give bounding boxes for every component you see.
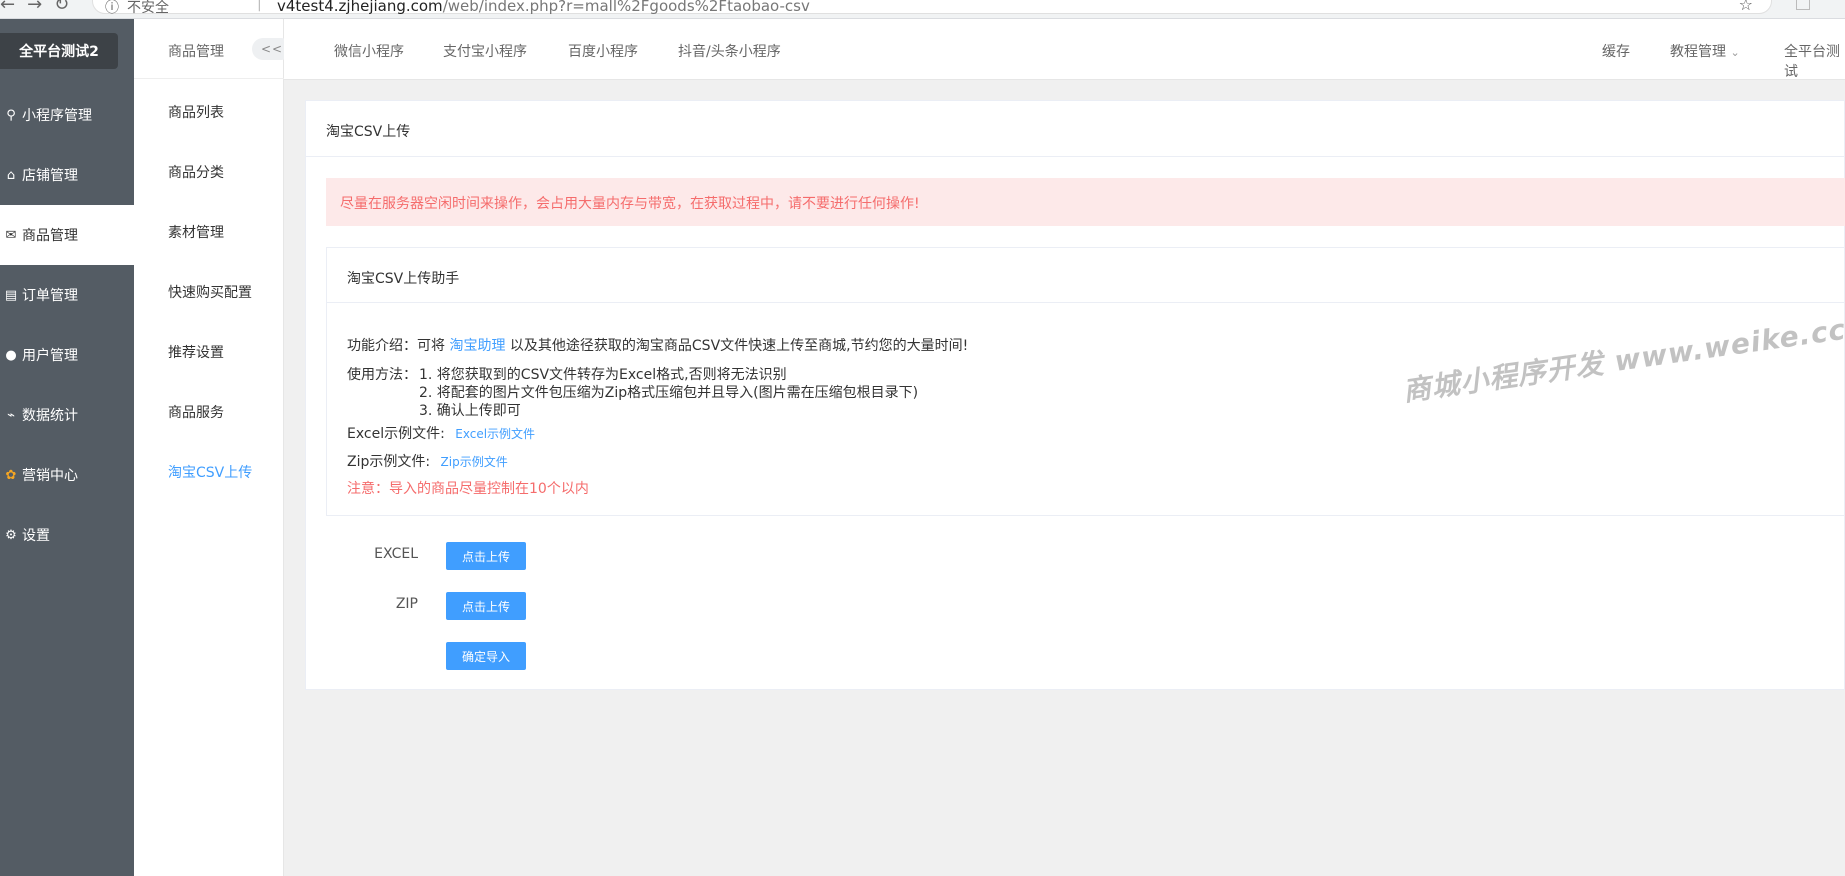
cache-button[interactable]: 缓存 bbox=[1602, 41, 1630, 61]
goods-icon: ✉ bbox=[5, 227, 17, 243]
zip-sample-row: Zip示例文件: Zip示例文件 bbox=[347, 451, 508, 471]
tab-alipay[interactable]: 支付宝小程序 bbox=[443, 41, 527, 61]
tutorial-menu[interactable]: 教程管理 ⌄ bbox=[1670, 41, 1740, 61]
zip-sample-link[interactable]: Zip示例文件 bbox=[441, 455, 508, 469]
usage-step-2: 2. 将配套的图片文件包压缩为Zip格式压缩包并且导入(图片需在压缩包根目录下) bbox=[419, 385, 919, 401]
zip-upload-label: ZIP bbox=[395, 596, 418, 612]
usage-step-3: 3. 确认上传即可 bbox=[419, 403, 521, 419]
excel-sample-link[interactable]: Excel示例文件 bbox=[455, 427, 535, 441]
tab-baidu[interactable]: 百度小程序 bbox=[568, 41, 638, 61]
intro-line: 功能介绍：可将 淘宝助理 以及其他途径获取的淘宝商品CSV文件快速上传至商城,节… bbox=[347, 335, 968, 355]
warning-alert: 尽量在服务器空闲时间来操作，会占用大量内存与带宽，在获取过程中，请不要进行任何操… bbox=[326, 178, 1845, 226]
url-path: /web/index.php?r=mall%2Fgoods%2Ftaobao-c… bbox=[442, 0, 810, 15]
tutorial-label: 教程管理 bbox=[1670, 44, 1726, 60]
store-icon: ⌂ bbox=[6, 167, 16, 183]
chart-icon: ⌁ bbox=[7, 407, 15, 423]
link-icon: ⚲ bbox=[6, 107, 16, 123]
sidebar-item-label: 设置 bbox=[22, 528, 50, 544]
zip-upload-button[interactable]: 点击上传 bbox=[446, 592, 526, 620]
chevron-down-icon: ⌄ bbox=[1730, 46, 1740, 59]
sub-item-goods-service[interactable]: 商品服务 bbox=[168, 402, 224, 422]
sidebar-item-label: 营销中心 bbox=[22, 468, 78, 484]
address-separator: | bbox=[257, 0, 262, 12]
account-menu[interactable]: 全平台测试 bbox=[1784, 41, 1845, 81]
sub-sidebar: 商品管理 商品列表 商品分类 素材管理 快速购买配置 推荐设置 商品服务 淘宝C… bbox=[134, 19, 284, 876]
gear-icon: ⚙ bbox=[5, 527, 17, 543]
sub-item-taobao-csv[interactable]: 淘宝CSV上传 bbox=[168, 462, 252, 482]
address-bar[interactable]: ⓘ 不安全 | v4test4.zjhejiang.com/web/index.… bbox=[92, 0, 1772, 17]
sidebar-item-miniprogram[interactable]: ⚲ 小程序管理 bbox=[0, 85, 134, 145]
sidebar-item-users[interactable]: ● 用户管理 bbox=[0, 325, 134, 385]
page-title: 淘宝CSV上传 bbox=[326, 124, 411, 140]
confirm-import-button[interactable]: 确定导入 bbox=[446, 642, 526, 670]
helper-panel: 淘宝CSV上传助手 功能介绍：可将 淘宝助理 以及其他途径获取的淘宝商品CSV文… bbox=[326, 247, 1845, 516]
browser-toolbar: ←→↻ ⓘ 不安全 | v4test4.zjhejiang.com/web/in… bbox=[0, 0, 1845, 19]
usage-label: 使用方法： bbox=[347, 367, 417, 383]
usage-step-1: 1. 将您获取到的CSV文件转存为Excel格式,否则将无法识别 bbox=[419, 367, 787, 383]
sidebar-item-label: 商品管理 bbox=[22, 228, 78, 244]
helper-title: 淘宝CSV上传助手 bbox=[347, 271, 460, 287]
top-navbar: 微信小程序 支付宝小程序 百度小程序 抖音/头条小程序 缓存 教程管理 ⌄ 全平… bbox=[284, 19, 1845, 80]
bookmark-star-icon[interactable]: ☆ bbox=[1739, 0, 1753, 14]
sidebar-item-settings[interactable]: ⚙ 设置 bbox=[0, 505, 134, 565]
extension-icon[interactable] bbox=[1796, 0, 1810, 10]
order-icon: ▤ bbox=[4, 287, 18, 303]
sub-item-quick-buy[interactable]: 快速购买配置 bbox=[168, 282, 252, 302]
helper-header: 淘宝CSV上传助手 bbox=[327, 248, 1845, 303]
security-label: 不安全 bbox=[127, 0, 169, 16]
brand-name[interactable]: 全平台测试2 bbox=[0, 33, 118, 69]
sidebar-item-orders[interactable]: ▤ 订单管理 bbox=[0, 265, 134, 325]
sidebar-item-label: 小程序管理 bbox=[22, 108, 92, 124]
excel-upload-button[interactable]: 点击上传 bbox=[446, 542, 526, 570]
sub-sidebar-title: 商品管理 bbox=[168, 44, 224, 60]
main-sidebar: 全平台测试2 ⚲ 小程序管理 ⌂ 店铺管理 ✉ 商品管理 ▤ 订单管理 ● 用户… bbox=[0, 19, 134, 876]
sub-item-goods-category[interactable]: 商品分类 bbox=[168, 162, 224, 182]
user-icon: ● bbox=[5, 347, 17, 363]
excel-upload-label: EXCEL bbox=[374, 546, 418, 562]
sidebar-item-store[interactable]: ⌂ 店铺管理 bbox=[0, 145, 134, 205]
zip-sample-label: Zip示例文件: bbox=[347, 454, 431, 470]
content-card: 淘宝CSV上传 尽量在服务器空闲时间来操作，会占用大量内存与带宽，在获取过程中，… bbox=[305, 100, 1845, 690]
marketing-icon: ✿ bbox=[5, 467, 17, 483]
excel-sample-label: Excel示例文件: bbox=[347, 426, 445, 442]
intro-prefix: 功能介绍：可将 bbox=[347, 338, 445, 354]
sub-item-goods-list[interactable]: 商品列表 bbox=[168, 102, 224, 122]
browser-nav-icons[interactable]: ←→↻ bbox=[0, 0, 81, 15]
url-text[interactable]: v4test4.zjhejiang.com/web/index.php?r=ma… bbox=[277, 0, 810, 15]
sidebar-item-label: 订单管理 bbox=[22, 288, 78, 304]
sidebar-item-goods[interactable]: ✉ 商品管理 bbox=[0, 205, 134, 265]
excel-sample-row: Excel示例文件: Excel示例文件 bbox=[347, 423, 535, 443]
intro-suffix: 以及其他途径获取的淘宝商品CSV文件快速上传至商城,节约您的大量时间! bbox=[509, 338, 969, 354]
sidebar-item-statistics[interactable]: ⌁ 数据统计 bbox=[0, 385, 134, 445]
sub-item-material[interactable]: 素材管理 bbox=[168, 222, 224, 242]
sidebar-item-label: 数据统计 bbox=[22, 408, 78, 424]
card-header: 淘宝CSV上传 bbox=[306, 101, 1844, 157]
sidebar-item-marketing[interactable]: ✿ 营销中心 bbox=[0, 445, 134, 505]
taobao-assistant-link[interactable]: 淘宝助理 bbox=[449, 338, 505, 354]
sidebar-item-label: 店铺管理 bbox=[22, 168, 78, 184]
sub-item-recommend[interactable]: 推荐设置 bbox=[168, 342, 224, 362]
tab-wechat[interactable]: 微信小程序 bbox=[334, 41, 404, 61]
url-host: v4test4.zjhejiang.com bbox=[277, 0, 443, 15]
tab-douyin[interactable]: 抖音/头条小程序 bbox=[678, 41, 781, 61]
info-icon[interactable]: ⓘ bbox=[105, 0, 119, 17]
sidebar-item-label: 用户管理 bbox=[22, 348, 78, 364]
import-note: 注意：导入的商品尽量控制在10个以内 bbox=[347, 481, 589, 497]
